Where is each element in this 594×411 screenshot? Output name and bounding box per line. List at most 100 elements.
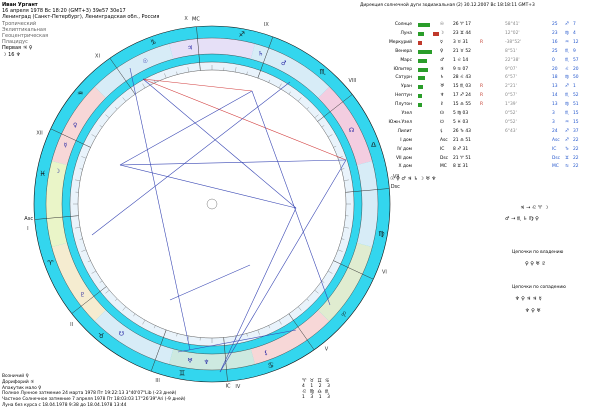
planet-position: 8 ♊ 31 [453, 164, 469, 170]
planet-name: Луна [400, 30, 412, 36]
planet-position: 21 ♈ 51 [453, 155, 471, 161]
house-sign: ♋ [565, 164, 569, 170]
house-numeral: V [325, 347, 329, 353]
zodiac-sign-glyph: ♍ [378, 230, 385, 238]
house-sign: ♍ [565, 75, 569, 81]
house-value: 3 [552, 119, 555, 125]
house-numeral: XI [95, 53, 100, 59]
house-value: 16 [552, 39, 558, 45]
planet-latitude: 0°52' [505, 111, 517, 116]
legend-val: 3 [310, 395, 314, 400]
planet-row[interactable]: Лилит ⚸ 26 ♑ 43 6°43' 24 ♐ 37 [360, 128, 594, 136]
planet-row[interactable]: Марс ♂ 1 ♌ 14 22°38' 0 ♏ 57 [360, 57, 594, 65]
wheel-rings [33, 25, 391, 383]
planet-row[interactable]: Луна ☽ 23 ♊ 44 12°02' 23 ♍ 4 [360, 30, 594, 38]
planet-position: 23 ♊ 44 [453, 30, 471, 36]
planet-row[interactable]: Плутон ♇ 15 ♎ 55 R 1°39' 13 ♍ 51 [360, 101, 594, 109]
house-value: 23 [552, 30, 558, 36]
angle-label-ic: IC [226, 383, 231, 389]
house-value: Dsc [552, 155, 561, 161]
house-sign: ♍ [565, 30, 569, 36]
house-value: Asc [552, 137, 560, 143]
progression-title: Дирекция солнечной дуги зодиакальная (2)… [360, 3, 535, 8]
house-numeral: IX [264, 22, 269, 28]
planet-latitude: 22°38' [505, 57, 520, 63]
house-numeral: VI [382, 270, 387, 276]
house-sign: ♏ [565, 111, 569, 116]
house-sign: ♏ [565, 48, 569, 54]
house-number: 9 [573, 48, 576, 54]
planet-glyph-on-wheel: ♂ [281, 60, 286, 67]
planet-position: 21 ♉ 52 [453, 48, 471, 54]
strength-bar [418, 49, 432, 54]
zodiac-sign-glyph: ♉ [98, 332, 104, 340]
planet-row[interactable]: Узел ☊ 5 ♍ 03 0°52' 3 ♏ 15 [360, 110, 594, 118]
strength-bar [418, 23, 430, 27]
legend-val: 1 [318, 395, 322, 400]
legend-val: 3 [327, 395, 330, 400]
chain-line-3: ♀ ♀ ♅ ♇ [525, 261, 547, 267]
house-value: 25 [552, 22, 558, 27]
planet-glyph: MC [440, 164, 447, 170]
planet-row[interactable]: Венера ♀ 21 ♉ 52 8°51' 25 ♏ 9 [360, 48, 594, 56]
planet-row[interactable]: Уран ♅ 15 ♏ 03 R 2°21' 13 ♐ 1 [360, 83, 594, 91]
planet-glyph: ☿ [440, 39, 443, 45]
planet-row[interactable]: Сатурн ♄ 28 ♌ 43 6°57' 18 ♍ 50 [360, 74, 594, 82]
house-sign: ♐ [565, 22, 569, 27]
planet-name: Плутон [395, 102, 412, 108]
house-numeral: IV [235, 384, 240, 390]
planet-row[interactable]: Южн.Узел ☋ 5 ♓ 03 0°52' 3 ♒ 15 [360, 119, 594, 127]
planet-row[interactable]: Нептун ♆ 17 ♐ 24 R 0°57' 14 ♏ 52 [360, 92, 594, 100]
retro-flag: R [480, 39, 484, 45]
house-number: 4 [573, 30, 576, 36]
planet-latitude: 2°21' [505, 84, 517, 90]
strength-bar [418, 94, 422, 99]
planet-position: 8 ♐ 31 [453, 146, 469, 152]
planet-position: 9 ♋ 07 [453, 66, 469, 72]
legend-row-2-vals: 1 3 1 3 [302, 395, 330, 400]
chains-ownership-title: Цепочки по владению [512, 250, 564, 255]
planet-row[interactable]: IV дом IC 8 ♐ 31 IC ♑ 22 [360, 146, 594, 154]
element-legend: ♈ ♉ ♊ ♋ 4 1 2 3 ♌ ♍ ♎ ♏ 1 3 1 3 [302, 378, 330, 400]
planet-glyph-on-wheel: ♅ [187, 357, 192, 364]
aspect-symbols-row: ☉ ♀ ♂ ♃ ♄ ☽ ♅ ♆ [390, 176, 437, 182]
house-number: 12 [573, 39, 579, 45]
house-number: 15 [573, 111, 579, 116]
strength-bar [418, 85, 423, 90]
planet-name: Меркурий [388, 39, 412, 45]
house-value: 3 [552, 111, 555, 116]
house-number: 7 [573, 22, 576, 27]
planet-name: Нептун [395, 93, 412, 99]
strength-bar [418, 76, 425, 81]
house-number: 52 [573, 93, 579, 99]
house-sign: ♏ [565, 57, 569, 63]
chains-match-title: Цепочки по сопадению [512, 285, 566, 290]
planet-glyph: ⚸ [440, 128, 444, 134]
planet-name: Сатурн [395, 75, 412, 81]
planet-row[interactable]: VII дом Dsc 21 ♈ 51 Dsc ♊ 22 [360, 155, 594, 163]
house-number: 20 [573, 66, 579, 72]
planet-latitude: 58°41' [505, 22, 520, 27]
strength-bar [418, 31, 424, 36]
strength-bar-2 [433, 31, 439, 36]
planet-glyph: ☽ [440, 30, 444, 36]
planet-row[interactable]: Меркурий ☿ 3 ♉ 31 R -38°52' 16 ♒ 12 [360, 39, 594, 47]
zodiac-sign-glyph: ♐ [239, 31, 245, 39]
planet-row[interactable]: Солнце ☉ 26 ♈ 17 58°41' 25 ♐ 7 [360, 21, 594, 29]
house-numeral: I [27, 226, 28, 232]
angle-label-mc: MC [192, 17, 200, 23]
planet-name: Венера [395, 48, 412, 54]
planet-position: 3 ♉ 31 [453, 39, 469, 45]
planet-position: 5 ♍ 03 [453, 111, 469, 116]
house-number: 57 [573, 57, 579, 63]
planet-glyph-on-wheel: ♆ [204, 359, 209, 366]
house-value: 13 [552, 102, 558, 108]
planet-row[interactable]: I дом Asc 21 ♎ 51 Asc ♐ 22 [360, 137, 594, 145]
planet-row[interactable]: Юпитер ♃ 9 ♋ 07 9°07' 20 ♌ 20 [360, 66, 594, 74]
planet-row[interactable]: X дом MC 8 ♊ 31 MC ♋ 22 [360, 163, 594, 171]
planet-glyph-on-wheel: ☽ [55, 168, 60, 175]
house-number: 22 [573, 155, 579, 161]
planet-latitude: 6°57' [505, 75, 517, 81]
house-value: 0 [552, 57, 555, 63]
house-value: IC [552, 146, 557, 152]
